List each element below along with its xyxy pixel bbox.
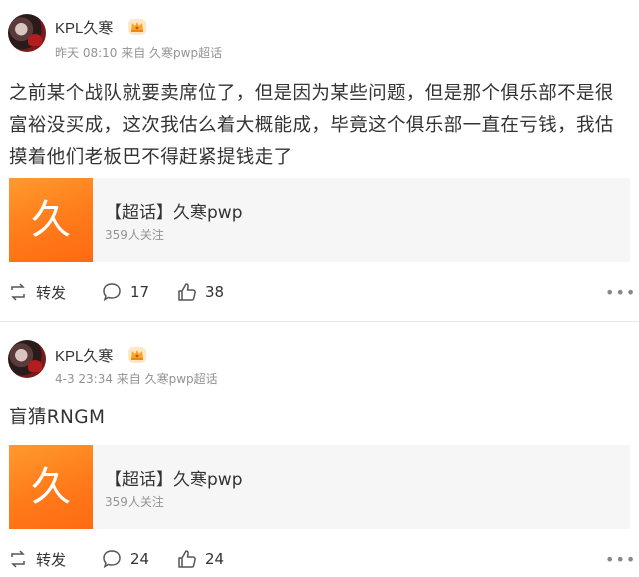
topic-thumbnail: 久 — [9, 178, 93, 262]
comment-count: 17 — [130, 283, 150, 301]
like-count: 24 — [205, 550, 225, 568]
topic-followers: 359人关注 — [105, 228, 164, 242]
crown-badge-icon — [128, 347, 146, 363]
repost-icon — [11, 283, 25, 301]
more-icon[interactable]: ••• — [605, 278, 636, 306]
post-meta: 昨天 08:10 来自 久寒pwp超话 — [55, 46, 223, 60]
topic-thumbnail: 久 — [9, 445, 93, 529]
avatar[interactable] — [8, 340, 46, 378]
author-name[interactable]: KPL久寒 — [55, 345, 113, 366]
comment-count: 24 — [130, 550, 150, 568]
avatar[interactable] — [8, 14, 46, 52]
crown-badge-icon — [128, 19, 146, 35]
topic-title: 【超话】久寒pwp — [105, 470, 243, 490]
like-count: 38 — [205, 283, 225, 301]
topic-followers: 359人关注 — [105, 495, 164, 509]
comment-icon — [103, 283, 121, 302]
author-name[interactable]: KPL久寒 — [55, 17, 113, 38]
comment-icon — [103, 550, 121, 569]
comment-button[interactable]: 17 — [102, 278, 149, 306]
like-icon — [178, 283, 196, 301]
like-button[interactable]: 24 — [177, 545, 224, 573]
topic-card[interactable]: 久 【超话】久寒pwp 359人关注 — [9, 178, 630, 262]
action-bar: 转发 17 38 ••• — [0, 278, 639, 306]
like-button[interactable]: 38 — [177, 278, 224, 306]
repost-icon — [11, 550, 25, 568]
repost-label: 转发 — [36, 283, 67, 302]
post-text: 之前某个战队就要卖席位了，但是因为某些问题，但是那个俱乐部不是很富裕没买成，这次… — [9, 83, 614, 168]
feed-post: KPL久寒 4-3 23:34 来自 久寒pwp超话 盲猜RNGM 久 【超话】… — [0, 322, 639, 577]
repost-button[interactable]: 转发 — [8, 278, 66, 306]
post-meta: 4-3 23:34 来自 久寒pwp超话 — [55, 372, 218, 386]
topic-card[interactable]: 久 【超话】久寒pwp 359人关注 — [9, 445, 630, 529]
repost-button[interactable]: 转发 — [8, 545, 66, 573]
feed-post: KPL久寒 昨天 08:10 来自 久寒pwp超话 之前某个战队就要卖席位了，但… — [0, 0, 639, 322]
more-icon[interactable]: ••• — [605, 545, 636, 573]
topic-title: 【超话】久寒pwp — [105, 203, 243, 223]
like-icon — [178, 550, 196, 568]
post-text: 盲猜RNGM — [9, 407, 106, 428]
repost-label: 转发 — [36, 550, 67, 569]
comment-button[interactable]: 24 — [102, 545, 149, 573]
action-bar: 转发 24 24 ••• — [0, 545, 639, 573]
